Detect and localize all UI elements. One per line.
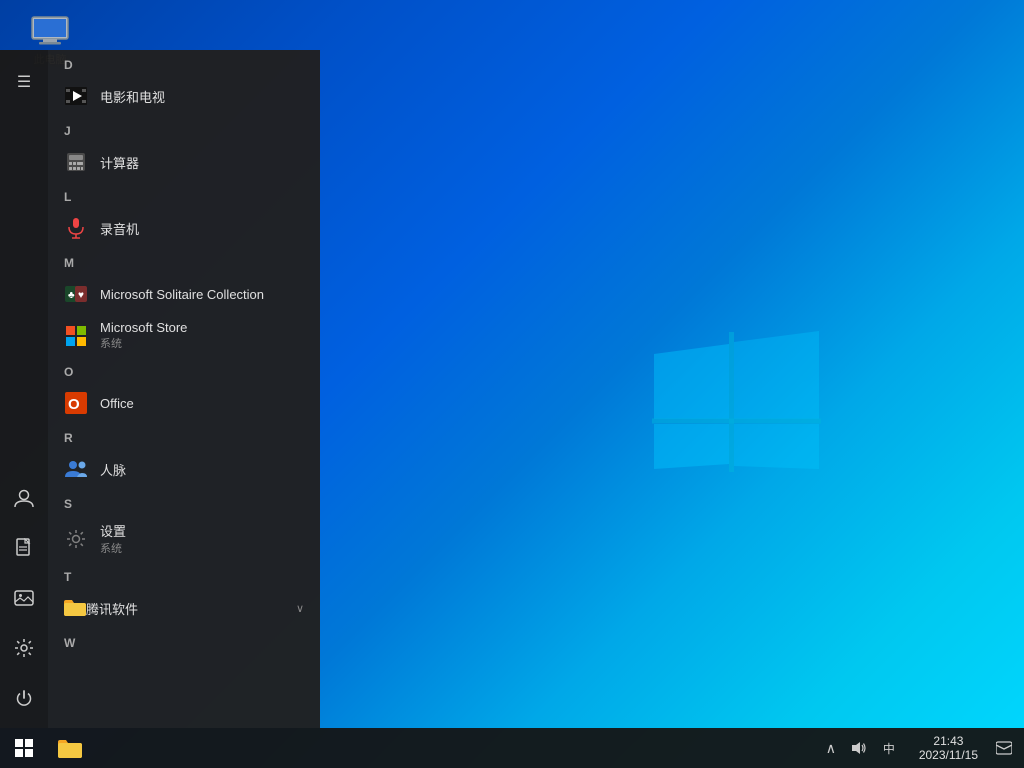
settings-icon <box>14 638 34 663</box>
desktop: 此电脑 ☰ <box>0 0 1024 768</box>
user-icon <box>13 487 35 514</box>
sidebar-item-document[interactable] <box>0 526 48 574</box>
section-header-d: D <box>48 50 320 76</box>
file-explorer-button[interactable] <box>48 728 92 768</box>
language-label: 中 <box>883 740 895 757</box>
app-item-movies[interactable]: 电影和电视 <box>48 76 320 116</box>
taskbar: ∧ 中 21:43 2023/11/15 <box>0 728 1024 768</box>
folder-icon <box>64 598 86 619</box>
hamburger-button[interactable]: ☰ <box>0 58 48 106</box>
calc-icon <box>64 150 88 174</box>
movies-name: 电影和电视 <box>100 87 165 106</box>
tray-area: ∧ 中 <box>813 728 909 768</box>
settings-app-icon <box>64 527 88 551</box>
speaker-icon <box>851 740 867 756</box>
recorder-name: 录音机 <box>100 219 139 238</box>
office-name: Office <box>100 396 134 411</box>
settings-app-name: 设置 <box>100 521 126 540</box>
section-header-w: W <box>48 628 320 654</box>
svg-text:♣: ♣ <box>68 290 75 301</box>
section-header-t: T <box>48 562 320 588</box>
settings-info: 设置 系统 <box>100 521 126 556</box>
section-header-o: O <box>48 357 320 383</box>
section-header-m: M <box>48 248 320 274</box>
solitaire-name: Microsoft Solitaire Collection <box>100 287 264 302</box>
recorder-icon <box>64 216 88 240</box>
app-item-people[interactable]: 人脉 <box>48 449 320 489</box>
section-header-l: L <box>48 182 320 208</box>
thispc-icon <box>29 15 71 47</box>
clock-date: 2023/11/15 <box>919 748 978 762</box>
file-explorer-icon <box>58 738 82 758</box>
svg-text:♥: ♥ <box>78 290 84 301</box>
power-icon <box>14 688 34 713</box>
office-icon: O <box>64 391 88 415</box>
hamburger-icon: ☰ <box>17 72 31 92</box>
tray-chevron[interactable]: ∧ <box>817 728 845 768</box>
section-header-r: R <box>48 423 320 449</box>
start-menu-sidebar: ☰ <box>0 50 48 728</box>
sidebar-item-pictures[interactable] <box>0 576 48 624</box>
expand-icon: ∨ <box>296 602 304 615</box>
sidebar-item-user[interactable] <box>0 476 48 524</box>
taskbar-right: ∧ 中 21:43 2023/11/15 <box>813 728 1024 768</box>
app-item-recorder[interactable]: 录音机 <box>48 208 320 248</box>
pictures-icon <box>14 588 34 613</box>
document-icon <box>14 538 34 563</box>
store-name: Microsoft Store <box>100 320 187 335</box>
start-windows-icon <box>15 739 33 757</box>
sidebar-item-power[interactable] <box>0 676 48 724</box>
notification-button[interactable] <box>988 728 1020 768</box>
tray-speaker[interactable] <box>845 728 873 768</box>
app-item-store[interactable]: Microsoft Store 系统 <box>48 314 320 357</box>
windows-logo-desktop <box>644 294 824 474</box>
start-menu-app-list[interactable]: D 电影和电视 J <box>48 50 320 728</box>
tencent-name: 腾讯软件 <box>86 599 138 618</box>
app-item-calculator[interactable]: 计算器 <box>48 142 320 182</box>
store-sub: 系统 <box>100 335 187 351</box>
app-item-settings[interactable]: 设置 系统 <box>48 515 320 562</box>
start-button[interactable] <box>0 728 48 768</box>
sidebar-bottom <box>0 476 48 728</box>
app-item-office[interactable]: O Office <box>48 383 320 423</box>
people-icon <box>64 457 88 481</box>
settings-sub: 系统 <box>100 540 126 556</box>
app-item-solitaire[interactable]: ♣ ♥ Microsoft Solitaire Collection <box>48 274 320 314</box>
sidebar-top: ☰ <box>0 50 48 106</box>
sidebar-item-settings[interactable] <box>0 626 48 674</box>
section-header-j: J <box>48 116 320 142</box>
movies-icon <box>64 84 88 108</box>
app-item-tencent[interactable]: 腾讯软件 ∨ <box>48 588 320 628</box>
calculator-name: 计算器 <box>100 153 139 172</box>
svg-text:O: O <box>68 396 80 413</box>
section-header-s: S <box>48 489 320 515</box>
tray-language[interactable]: 中 <box>873 728 905 768</box>
store-info: Microsoft Store 系统 <box>100 320 187 351</box>
notification-icon <box>996 740 1012 756</box>
clock-time: 21:43 <box>933 734 963 748</box>
people-name: 人脉 <box>100 460 126 479</box>
clock-area[interactable]: 21:43 2023/11/15 <box>911 728 986 768</box>
store-icon <box>64 324 88 348</box>
chevron-icon: ∧ <box>826 740 836 757</box>
solitaire-icon: ♣ ♥ <box>64 282 88 306</box>
